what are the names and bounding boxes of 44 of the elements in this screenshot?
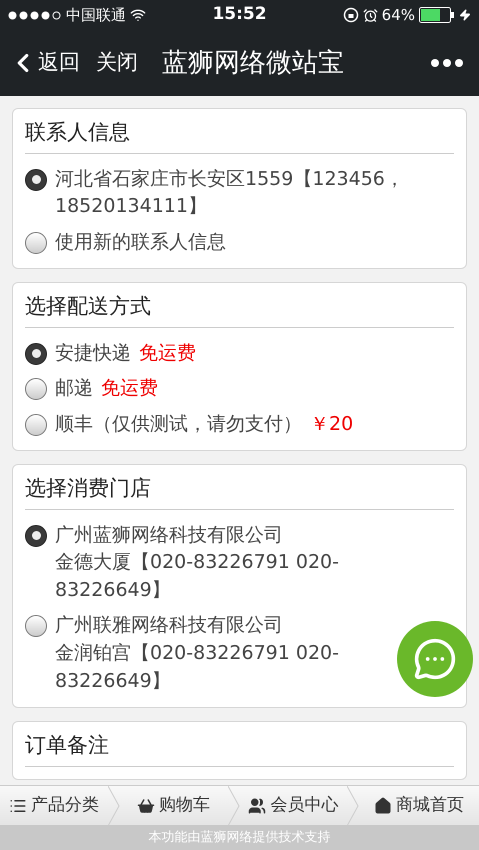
option-label: 金德大厦【020-83226791 020-83226649】 — [55, 550, 340, 603]
home-icon — [374, 796, 392, 814]
section-title: 选择消费门店 — [25, 473, 454, 510]
section-title: 联系人信息 — [25, 117, 454, 154]
nav-tab[interactable]: 商城首页 — [359, 792, 479, 818]
users-icon — [248, 796, 266, 814]
clock-time: 15:52 — [212, 3, 267, 26]
back-button[interactable]: 返回 — [12, 47, 80, 79]
option-label: 邮递 免运费 — [55, 376, 158, 402]
charging-icon — [459, 9, 471, 21]
radio-button[interactable] — [25, 414, 47, 436]
nav-tab[interactable]: 产品分类 — [0, 792, 108, 818]
alarm-icon — [362, 8, 378, 22]
radio-button[interactable] — [25, 232, 47, 254]
radio-button[interactable] — [25, 524, 47, 547]
option-label: 顺丰（仅供测试，请勿支付） ￥20 — [55, 412, 354, 437]
wifi-icon — [130, 7, 146, 23]
radio-button[interactable] — [25, 342, 47, 365]
signal-icon — [8, 10, 62, 20]
radio-button[interactable] — [25, 168, 47, 190]
carrier-name: 中国联通 — [66, 4, 126, 26]
close-button[interactable]: 关闭 — [96, 47, 138, 79]
rotation-lock-icon — [342, 7, 359, 23]
battery-percent: 64% — [382, 4, 415, 26]
nav-tab[interactable]: 购物车 — [120, 792, 228, 818]
chat-bubble-icon — [413, 637, 457, 681]
battery-icon — [419, 7, 455, 23]
price-note: ￥20 — [310, 412, 354, 435]
price-note: 免运费 — [101, 377, 158, 400]
option-label: 河北省石家庄市长安区1559【123456，18520134111】 — [55, 166, 405, 220]
section-title: 选择配送方式 — [25, 291, 454, 328]
radio-button[interactable] — [25, 378, 47, 400]
radio-button[interactable] — [25, 615, 47, 638]
nav-tab[interactable]: 会员中心 — [240, 792, 348, 818]
price-note: 免运费 — [139, 342, 196, 364]
option-label: 金润铂宫【020-83226791 020-83226649】 — [55, 640, 340, 694]
more-icon[interactable] — [431, 59, 463, 67]
option-label: 广州联雅网络科技有限公司 — [55, 613, 283, 638]
section-title: 订单备注 — [25, 730, 454, 767]
option-label: 安捷快递 免运费 — [55, 340, 196, 366]
option-label: 广州蓝狮网络科技有限公司 — [55, 522, 283, 548]
page-title: 蓝狮网络微站宝 — [162, 46, 345, 80]
option-label: 使用新的联系人信息 — [55, 230, 226, 255]
basket-icon — [137, 796, 156, 814]
